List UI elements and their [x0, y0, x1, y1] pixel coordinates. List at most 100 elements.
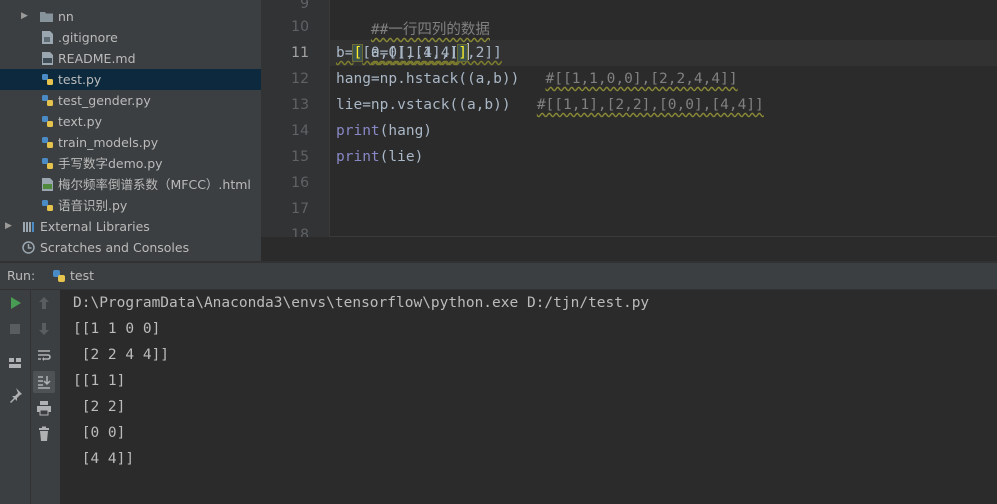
up-arrow-icon: [39, 297, 49, 309]
tree-item-handwriting-demo-py[interactable]: 手写数字demo.py: [0, 153, 261, 174]
text-caret: [466, 43, 469, 60]
layout-button[interactable]: [4, 352, 26, 374]
builtin-function: print: [336, 123, 380, 139]
gitignore-file-icon: [42, 31, 53, 44]
code-editor[interactable]: 9 10 11 12 13 14 15 16 17 18 ##一行四列的数据 a…: [261, 0, 997, 237]
tree-item-scratches-consoles[interactable]: Scratches and Consoles: [0, 237, 261, 258]
scroll-to-end-icon: [38, 376, 51, 389]
tree-item-label: 手写数字demo.py: [58, 156, 163, 171]
tree-item-label: text.py: [58, 114, 102, 129]
tree-item-speech-recognition-py[interactable]: 语音识别.py: [0, 195, 261, 216]
run-tool-window-header: Run: test: [0, 263, 997, 290]
code-line-13[interactable]: lie=np.vstack((a,b)) #[[1,1],[2,2],[0,0]…: [336, 92, 764, 118]
soft-wrap-button[interactable]: [33, 345, 55, 367]
print-icon: [37, 401, 51, 416]
down-arrow-icon: [39, 323, 49, 335]
run-console-output[interactable]: D:\ProgramData\Anaconda3\envs\tensorflow…: [61, 290, 997, 504]
line-number: 10: [291, 19, 309, 35]
folder-icon: [40, 12, 53, 22]
python-file-icon: [42, 116, 53, 127]
bracket-match: ]: [457, 44, 468, 62]
scroll-to-end-button[interactable]: [33, 371, 55, 393]
run-tab-label: test: [70, 268, 95, 283]
previous-occurrence-button[interactable]: [33, 292, 55, 314]
code-line-12[interactable]: hang=np.hstack((a,b)) #[[1,1,0,0],[2,2,4…: [336, 66, 738, 92]
tree-item-test-py[interactable]: test.py: [0, 69, 261, 90]
console-line: [[1 1 0 0]: [73, 321, 161, 337]
stop-icon: [10, 324, 20, 334]
stop-button[interactable]: [4, 318, 26, 340]
rerun-button[interactable]: [4, 292, 26, 314]
line-number: 16: [291, 175, 309, 191]
code-text: lie=np.vstack((a,b)): [336, 97, 511, 113]
run-toolbar-separator: [30, 290, 31, 504]
run-icon: [11, 297, 21, 309]
expand-arrow-icon[interactable]: ▶: [21, 6, 28, 27]
console-line: [2 2]: [73, 399, 126, 415]
tree-item-label: External Libraries: [40, 219, 150, 234]
tree-item-label: 梅尔频率倒谱系数（MFCC）.html: [58, 177, 251, 192]
tree-item-text-py[interactable]: text.py: [0, 111, 261, 132]
tree-item-label: .gitignore: [58, 30, 118, 45]
line-number-gutter: 9 10 11 12 13 14 15 16 17 18: [261, 0, 329, 237]
tree-item-label: 语音识别.py: [58, 198, 128, 213]
soft-wrap-icon: [38, 350, 51, 361]
python-file-icon: [42, 137, 53, 148]
run-label: Run:: [7, 268, 36, 283]
line-number-active: 11: [291, 45, 309, 61]
code-comment: #[[1,1,0,0],[2,2,4,4]]: [545, 71, 738, 87]
console-line: D:\ProgramData\Anaconda3\envs\tensorflow…: [73, 295, 650, 311]
editor-horizontal-scrollbar[interactable]: [330, 236, 997, 237]
tree-item-train-models-py[interactable]: train_models.py: [0, 132, 261, 153]
console-line: [[1 1]: [73, 373, 126, 389]
pin-icon: [10, 388, 22, 403]
print-button[interactable]: [33, 397, 55, 419]
line-number: 13: [291, 97, 309, 113]
line-number: 17: [291, 201, 309, 217]
tree-item-label: test.py: [58, 72, 102, 87]
tree-item-label: train_models.py: [58, 135, 159, 150]
tree-item-label: nn: [58, 9, 74, 24]
html-file-icon: [42, 178, 53, 191]
tree-item-gitignore[interactable]: .gitignore: [0, 27, 261, 48]
tree-item-nn[interactable]: ▶ nn: [0, 6, 261, 27]
tree-item-readme[interactable]: README.md: [0, 48, 261, 69]
scratches-icon: [22, 241, 35, 254]
pin-button[interactable]: [4, 384, 26, 406]
run-tab-test[interactable]: test: [46, 263, 104, 289]
console-line: [4 4]]: [73, 451, 135, 467]
line-number: 18: [291, 227, 309, 237]
code-text: (lie): [379, 149, 424, 165]
project-tree: ▶ nn .gitignore README.md test.py test_g…: [0, 0, 261, 261]
code-comment: #[[1,1],[2,2],[0,0],[4,4]]: [536, 97, 764, 113]
code-text: (hang): [379, 123, 433, 139]
expand-arrow-icon[interactable]: ▶: [5, 216, 12, 237]
code-text: b=: [336, 45, 354, 61]
trash-icon: [39, 426, 49, 441]
python-file-icon: [42, 200, 53, 211]
tree-item-test-gender-py[interactable]: test_gender.py: [0, 90, 261, 111]
libraries-icon: [23, 222, 34, 232]
tree-item-label: Scratches and Consoles: [40, 240, 190, 255]
clear-all-button[interactable]: [33, 423, 55, 445]
code-line-15[interactable]: print(lie): [336, 144, 423, 170]
gutter-divider: [329, 0, 330, 237]
tree-item-external-libraries[interactable]: ▶ External Libraries: [0, 216, 261, 237]
line-number: 15: [291, 149, 309, 165]
code-line-11[interactable]: b=[[0,0],[4,4]]: [336, 40, 469, 66]
layout-icon: [9, 358, 21, 368]
code-line-14[interactable]: print(hang): [336, 118, 432, 144]
python-file-icon: [42, 74, 53, 85]
python-file-icon: [42, 95, 53, 106]
next-occurrence-button[interactable]: [33, 318, 55, 340]
markdown-file-icon: [42, 52, 53, 65]
console-line: [2 2 4 4]]: [73, 347, 170, 363]
console-line: [0 0]: [73, 425, 126, 441]
builtin-function: print: [336, 149, 380, 165]
code-text: hang=np.hstack((a,b)): [336, 71, 520, 87]
tree-item-label: README.md: [58, 51, 136, 66]
code-line-10[interactable]: a=[[1,1],[2,2]]: [336, 14, 502, 61]
tree-item-mfcc-html[interactable]: 梅尔频率倒谱系数（MFCC）.html: [0, 174, 261, 195]
bracket-match: [: [352, 44, 364, 62]
line-number: 12: [291, 71, 309, 87]
